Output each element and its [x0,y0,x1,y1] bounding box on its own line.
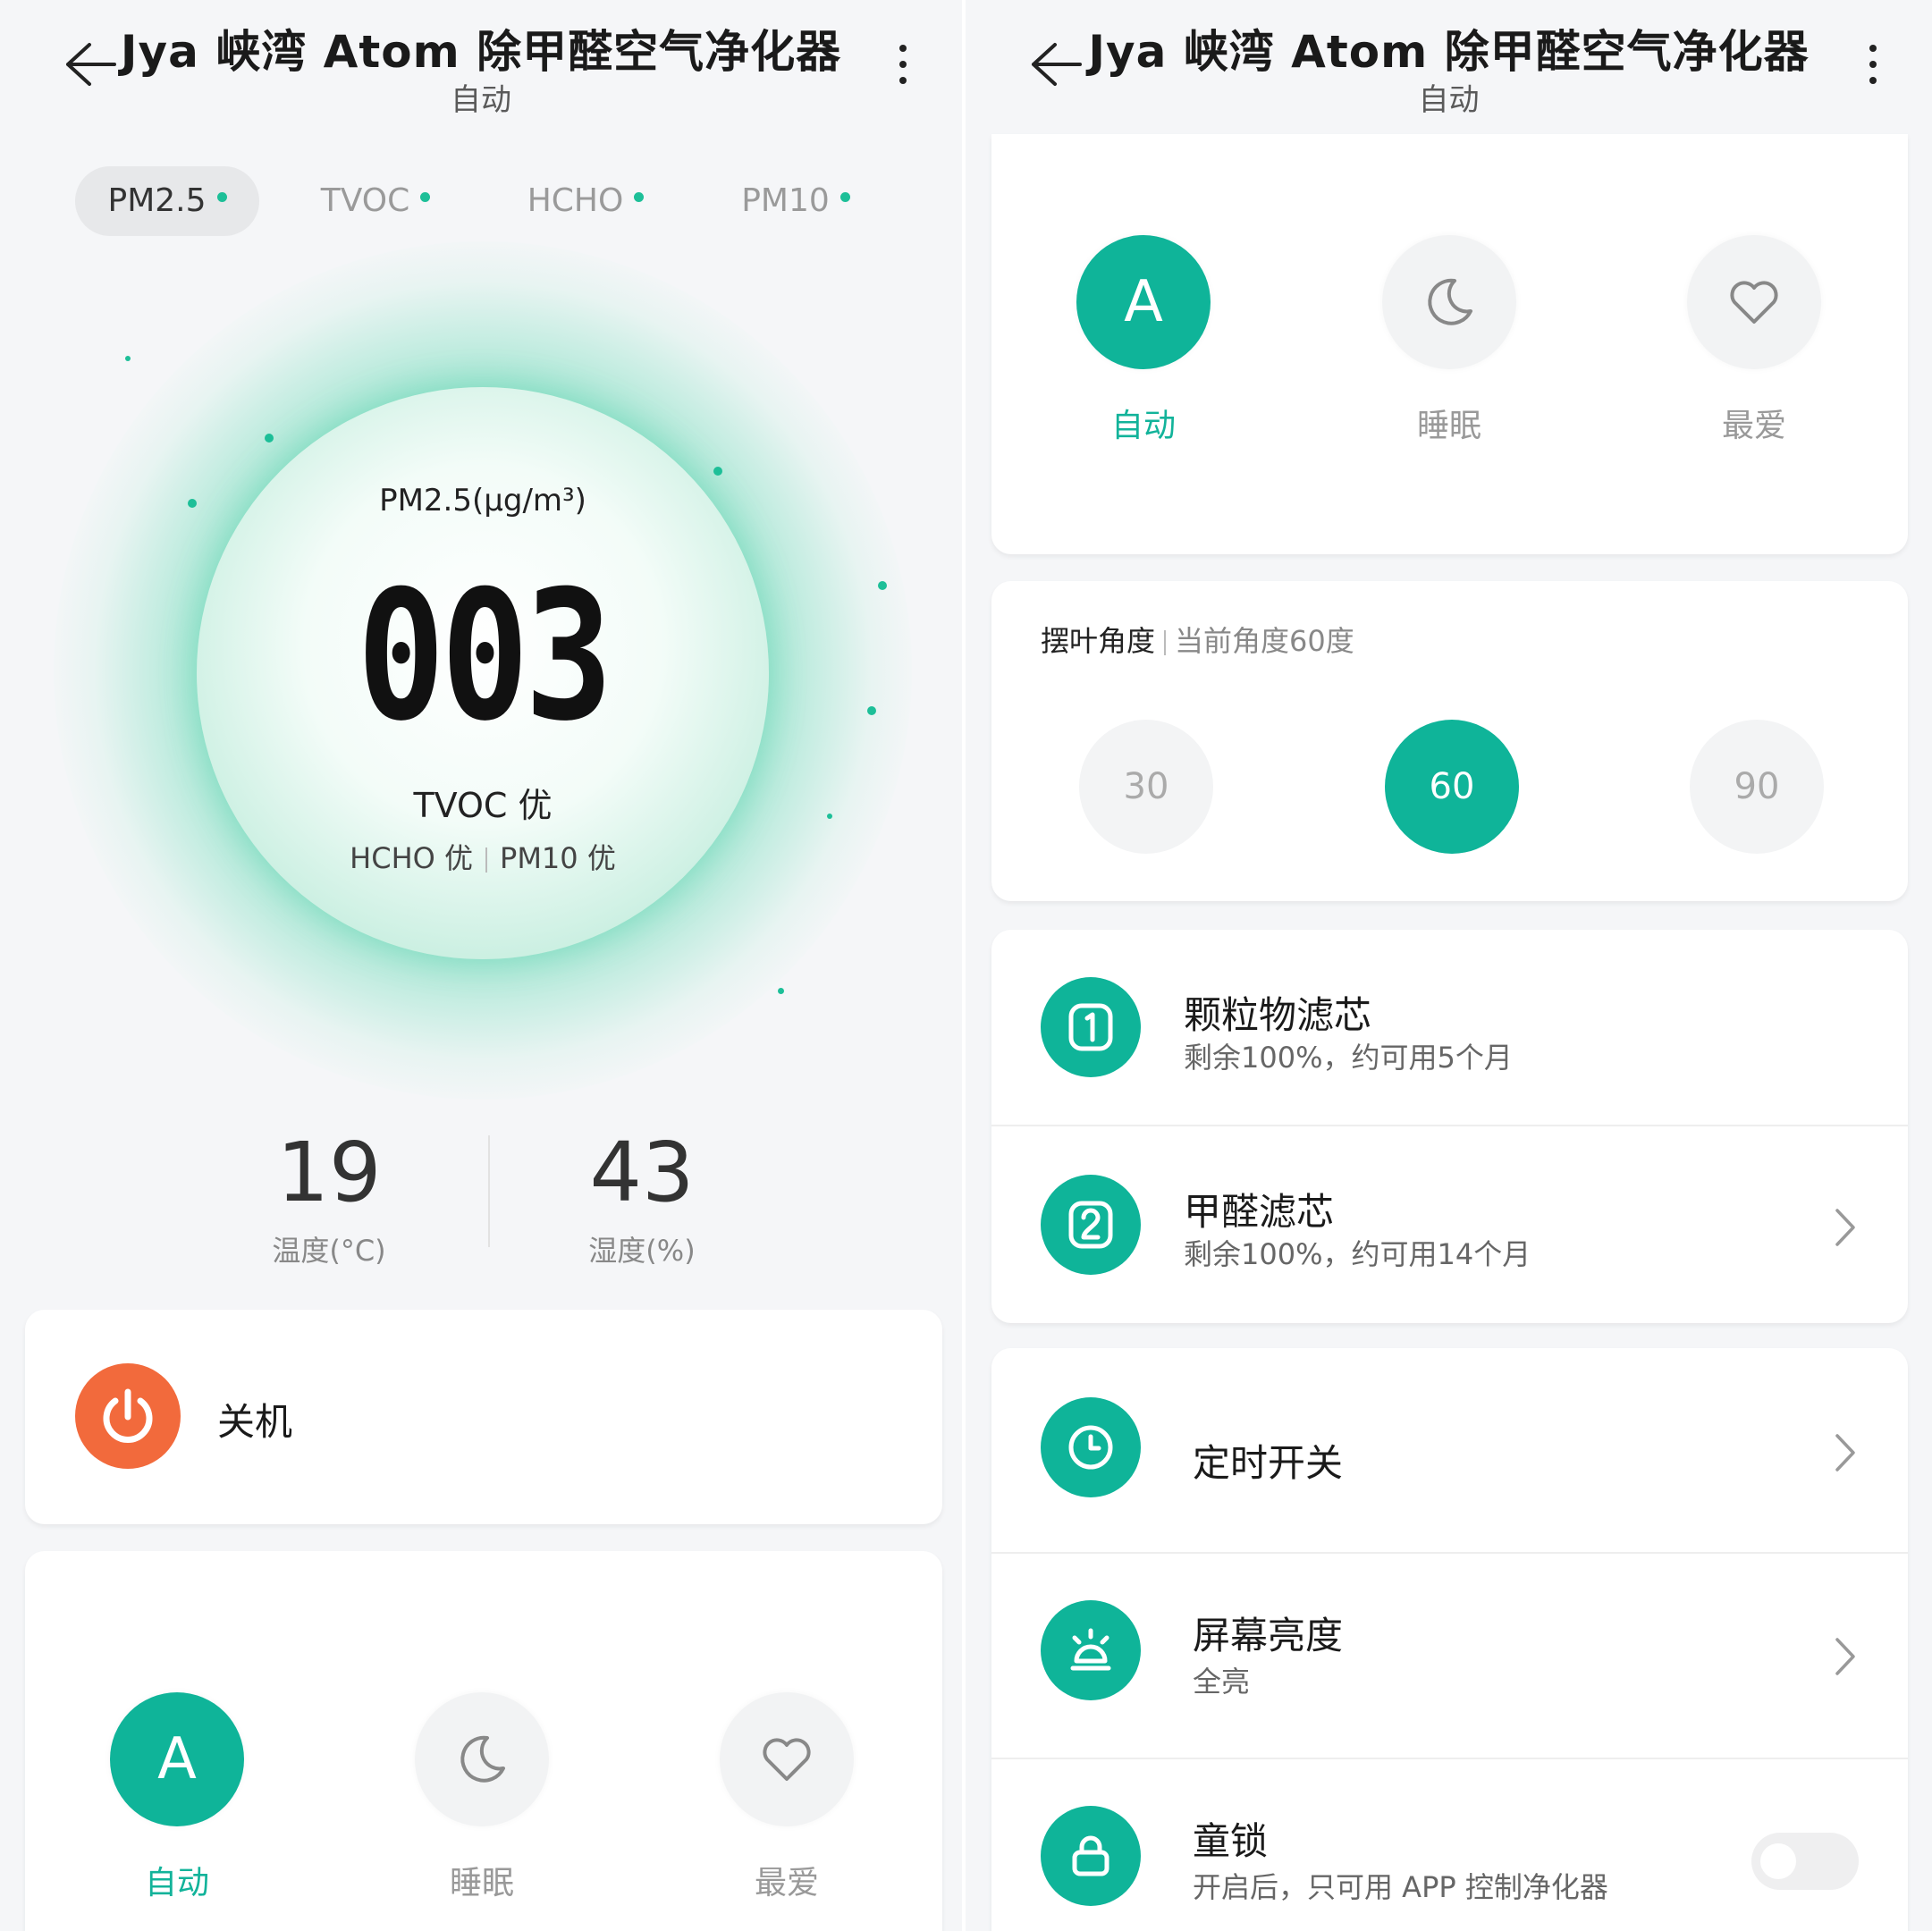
particle [878,581,887,590]
stat-divider [488,1135,490,1247]
heart-icon [1687,235,1821,369]
humidity-value: 43 [589,1125,695,1220]
timer-row[interactable]: 定时开关 [991,1348,1908,1552]
temperature-label: 温度(°C) [272,1234,386,1268]
left-screen: Jya 峡湾 Atom 除甲醛空气净化器 自动 PM2.5 TVOC HCHO … [0,0,962,1931]
brightness-label: 屏幕亮度 [1193,1614,1344,1657]
pm10-status: PM10 优 [500,841,616,875]
tvoc-status: TVOC 优 [413,786,553,825]
power-card[interactable]: 关机 [25,1310,942,1524]
angle-60-button[interactable]: 60 [1385,720,1519,854]
moon-icon [1382,235,1516,369]
filter-row-particle[interactable]: 颗粒物滤芯 剩余100%，约可用5个月 [991,930,1908,1125]
heart-icon [720,1692,854,1826]
temperature-value: 19 [276,1125,382,1220]
child-lock-label: 童锁 [1193,1819,1269,1863]
more-menu-icon[interactable] [1868,45,1878,88]
tab-pm25[interactable]: PM2.5 [75,166,259,236]
mode-auto-label: 自动 [1110,408,1176,444]
angle-30-button[interactable]: 30 [1079,720,1213,854]
chevron-right-icon [1835,1638,1855,1675]
swing-angle-card: 摆叶角度 当前角度60度 30 60 90 [991,581,1908,901]
power-button[interactable] [75,1363,181,1469]
sub-status: HCHO 优 PM10 优 [197,836,769,877]
mode-card: A 自动 睡眠 最爱 [25,1551,942,1931]
pm25-value: 003 [357,552,612,761]
mode-favorite-button[interactable]: 最爱 [671,1692,903,1903]
mode-sleep-label: 睡眠 [449,1865,514,1901]
filter-1-icon [1041,977,1141,1077]
chevron-right-icon [1835,1434,1855,1471]
timer-label: 定时开关 [1193,1441,1344,1485]
angle-90-button[interactable]: 90 [1690,720,1824,854]
particle [827,814,832,819]
brightness-value: 全亮 [1193,1665,1251,1699]
status-dot-icon [634,191,645,202]
metric-tabs: PM2.5 TVOC HCHO PM10 [72,166,894,236]
mode-favorite-label: 最爱 [754,1865,819,1901]
more-menu-icon[interactable] [898,45,908,88]
power-icon [103,1388,153,1443]
page-subtitle: 自动 [451,82,511,118]
lock-icon [1041,1806,1141,1906]
particle [713,467,722,476]
filter-name: 甲醛滤芯 [1184,1190,1335,1234]
child-lock-detail: 开启后，只可用 APP 控制净化器 [1193,1870,1608,1904]
toggle-knob [1760,1843,1796,1879]
swing-angle-title: 摆叶角度 当前角度60度 [1041,624,1354,658]
status-dot-icon [216,191,227,202]
mode-sleep-button[interactable]: 睡眠 [366,1692,598,1903]
filter-detail: 剩余100%，约可用14个月 [1184,1237,1531,1271]
brightness-icon [1041,1600,1141,1700]
mode-favorite-label: 最爱 [1721,408,1786,444]
moon-icon [415,1692,549,1826]
app-header: Jya 峡湾 Atom 除甲醛空气净化器 自动 [0,0,962,134]
child-lock-row: 童锁 开启后，只可用 APP 控制净化器 [991,1759,1908,1931]
humidity-label: 湿度(%) [588,1234,696,1268]
particle [778,988,784,994]
chevron-right-icon [1835,1209,1855,1246]
mode-auto-button[interactable]: A 自动 [1027,235,1260,446]
tab-hcho[interactable]: HCHO [505,166,666,236]
mode-favorite-button[interactable]: 最爱 [1638,235,1870,446]
tab-pm10[interactable]: PM10 [715,166,876,236]
child-lock-toggle[interactable] [1751,1833,1859,1890]
page-subtitle: 自动 [1418,82,1480,118]
brightness-row[interactable]: 屏幕亮度 全亮 [991,1554,1908,1758]
mode-sleep-button[interactable]: 睡眠 [1333,235,1565,446]
filter-row-formaldehyde[interactable]: 甲醛滤芯 剩余100%，约可用14个月 [991,1126,1908,1323]
particle [867,706,876,715]
status-dot-icon [420,191,431,202]
filter-detail: 剩余100%，约可用5个月 [1184,1041,1513,1075]
filter-card: 颗粒物滤芯 剩余100%，约可用5个月 甲醛滤芯 剩余100%，约可用14个月 [991,930,1908,1323]
mode-auto-button[interactable]: A 自动 [61,1692,293,1903]
tab-tvoc[interactable]: TVOC [295,166,456,236]
power-label: 关机 [217,1400,293,1444]
particle [265,434,274,443]
filter-name: 颗粒物滤芯 [1184,993,1372,1037]
hcho-status: HCHO 优 [350,841,474,875]
status-dot-icon [839,191,850,202]
app-header: Jya 峡湾 Atom 除甲醛空气净化器 自动 [966,0,1932,134]
right-screen: Jya 峡湾 Atom 除甲醛空气净化器 自动 A 自动 睡眠 最爱 摆叶角度当… [966,0,1932,1931]
temperature-stat: 19 温度(°C) [195,1128,463,1269]
humidity-stat: 43 湿度(%) [508,1128,776,1269]
filter-2-icon [1041,1175,1141,1275]
current-angle-text: 当前角度60度 [1175,624,1354,658]
gauge-label: PM2.5(μg/m³) [379,483,586,519]
auto-icon: A [110,1692,244,1826]
mode-card: A 自动 睡眠 最爱 [991,134,1908,554]
particle [188,499,197,508]
auto-icon: A [1076,235,1211,369]
page-title: Jya 峡湾 Atom 除甲醛空气净化器 [120,26,842,78]
mode-auto-label: 自动 [144,1865,209,1901]
particle [125,356,131,361]
page-title: Jya 峡湾 Atom 除甲醛空气净化器 [1088,26,1810,78]
mode-sleep-label: 睡眠 [1416,408,1481,444]
clock-icon [1041,1397,1141,1497]
settings-card: 定时开关 屏幕亮度 全亮 童锁 开启后，只可用 APP 控制净化器 [991,1348,1908,1931]
